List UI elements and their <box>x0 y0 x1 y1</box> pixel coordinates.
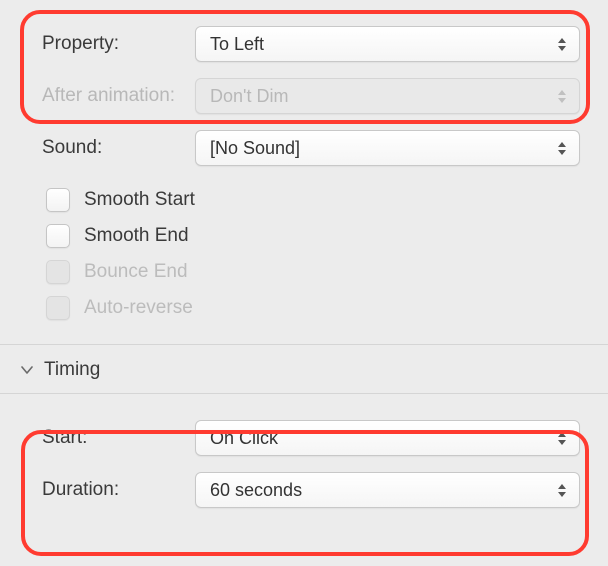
updown-icon <box>555 142 569 155</box>
timing-section-title: Timing <box>44 359 100 381</box>
bounce-end-row: Bounce End <box>0 254 608 290</box>
start-row: Start: On Click <box>0 412 608 464</box>
sound-label: Sound: <box>0 137 195 159</box>
auto-reverse-checkbox <box>46 296 70 320</box>
updown-icon <box>555 484 569 497</box>
chevron-down-icon <box>20 363 34 377</box>
sound-value: [No Sound] <box>210 138 300 159</box>
updown-icon <box>555 432 569 445</box>
property-value: To Left <box>210 34 264 55</box>
duration-value: 60 seconds <box>210 480 302 501</box>
updown-icon <box>555 90 569 103</box>
after-animation-value: Don't Dim <box>210 86 288 107</box>
auto-reverse-label: Auto-reverse <box>84 297 193 319</box>
start-value: On Click <box>210 428 278 449</box>
updown-icon <box>555 38 569 51</box>
smooth-start-row: Smooth Start <box>0 182 608 218</box>
smooth-end-label: Smooth End <box>84 225 189 247</box>
bounce-end-checkbox <box>46 260 70 284</box>
smooth-end-checkbox[interactable] <box>46 224 70 248</box>
duration-row: Duration: 60 seconds <box>0 464 608 516</box>
smooth-start-checkbox[interactable] <box>46 188 70 212</box>
smooth-end-row: Smooth End <box>0 218 608 254</box>
start-label: Start: <box>0 427 195 449</box>
duration-label: Duration: <box>0 479 195 501</box>
start-dropdown[interactable]: On Click <box>195 420 580 456</box>
property-row: Property: To Left <box>0 18 608 70</box>
timing-section-header[interactable]: Timing <box>0 345 608 394</box>
duration-dropdown[interactable]: 60 seconds <box>195 472 580 508</box>
after-animation-dropdown: Don't Dim <box>195 78 580 114</box>
sound-dropdown[interactable]: [No Sound] <box>195 130 580 166</box>
smooth-start-label: Smooth Start <box>84 189 195 211</box>
property-label: Property: <box>0 33 195 55</box>
bounce-end-label: Bounce End <box>84 261 188 283</box>
after-animation-row: After animation: Don't Dim <box>0 70 608 122</box>
after-animation-label: After animation: <box>0 85 195 107</box>
auto-reverse-row: Auto-reverse <box>0 290 608 326</box>
sound-row: Sound: [No Sound] <box>0 122 608 174</box>
property-dropdown[interactable]: To Left <box>195 26 580 62</box>
